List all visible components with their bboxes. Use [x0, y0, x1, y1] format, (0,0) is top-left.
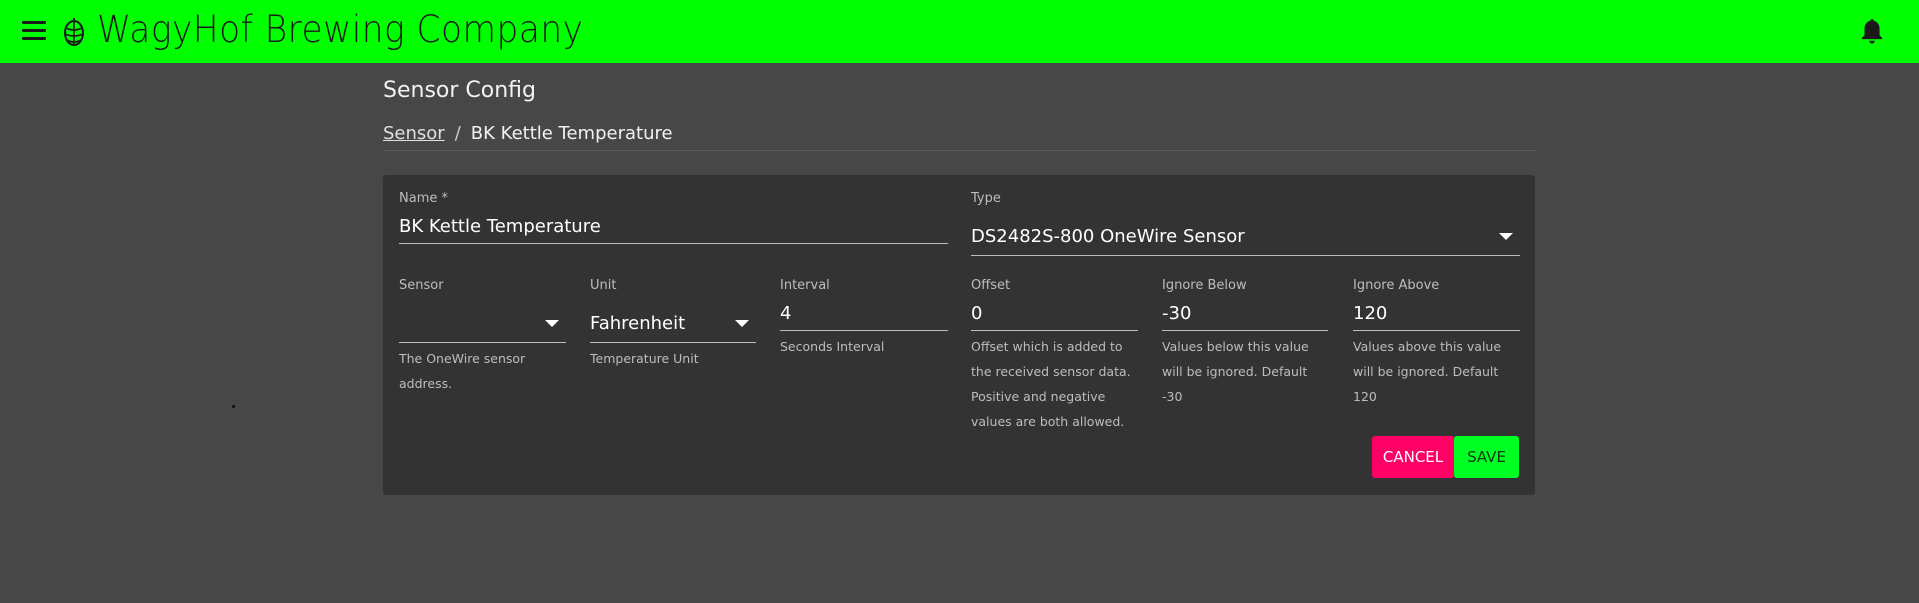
breadcrumb-current: BK Kettle Temperature	[470, 123, 673, 144]
name-input[interactable]: BK Kettle Temperature	[399, 216, 948, 237]
save-button[interactable]: SAVE	[1454, 436, 1519, 478]
breadcrumb-separator: /	[454, 123, 461, 144]
breadcrumb-link-sensor[interactable]: Sensor	[383, 123, 445, 144]
type-label: Type	[971, 191, 1001, 206]
ignore-above-input[interactable]: 120	[1353, 303, 1520, 324]
menu-icon[interactable]	[22, 21, 46, 41]
ignore-above-underline	[1353, 330, 1520, 331]
type-select[interactable]: Type DS2482S-800 OneWire Sensor	[971, 191, 1520, 256]
ignore-below-underline	[1162, 330, 1328, 331]
unit-underline	[590, 342, 756, 343]
sensor-underline	[399, 342, 566, 343]
ignore-above-label: Ignore Above	[1353, 278, 1440, 293]
chevron-down-icon[interactable]	[735, 319, 749, 327]
name-underline	[399, 243, 948, 244]
interval-field[interactable]: Interval 4 Seconds Interval	[780, 278, 948, 359]
breadcrumb-divider	[383, 150, 1535, 151]
name-field[interactable]: Name * BK Kettle Temperature	[399, 191, 948, 244]
cursor-dot	[232, 405, 235, 408]
ignore-below-input[interactable]: -30	[1162, 303, 1328, 324]
breadcrumb: Sensor / BK Kettle Temperature	[383, 123, 673, 144]
type-value[interactable]: DS2482S-800 OneWire Sensor	[971, 226, 1245, 247]
ignore-below-hint: Values below this value will be ignored.…	[1162, 339, 1309, 404]
type-underline	[971, 255, 1520, 256]
hop-icon	[64, 18, 84, 46]
offset-label: Offset	[971, 278, 1011, 293]
app-title[interactable]: WagyHof Brewing Company	[97, 8, 583, 51]
offset-underline	[971, 330, 1138, 331]
top-app-bar: WagyHof Brewing Company	[0, 0, 1919, 63]
ignore-below-field[interactable]: Ignore Below -30 Values below this value…	[1162, 278, 1328, 409]
page-title: Sensor Config	[383, 78, 536, 103]
interval-hint: Seconds Interval	[780, 339, 885, 354]
sensor-label: Sensor	[399, 278, 444, 293]
chevron-down-icon[interactable]	[1499, 232, 1513, 240]
sensor-select[interactable]: Sensor The OneWire sensor address.	[399, 278, 566, 396]
unit-select[interactable]: Unit Fahrenheit Temperature Unit	[590, 278, 756, 371]
unit-value[interactable]: Fahrenheit	[590, 313, 685, 334]
offset-field[interactable]: Offset 0 Offset which is added to the re…	[971, 278, 1138, 434]
sensor-hint: The OneWire sensor address.	[399, 351, 526, 391]
interval-input[interactable]: 4	[780, 303, 948, 324]
interval-label: Interval	[780, 278, 830, 293]
ignore-above-field[interactable]: Ignore Above 120 Values above this value…	[1353, 278, 1520, 409]
offset-input[interactable]: 0	[971, 303, 1138, 324]
ignore-below-label: Ignore Below	[1162, 278, 1247, 293]
interval-underline	[780, 330, 948, 331]
name-label: Name *	[399, 191, 448, 206]
chevron-down-icon[interactable]	[545, 319, 559, 327]
bell-icon[interactable]	[1859, 17, 1885, 45]
offset-hint: Offset which is added to the received se…	[971, 339, 1131, 429]
ignore-above-hint: Values above this value will be ignored.…	[1353, 339, 1502, 404]
unit-hint: Temperature Unit	[590, 351, 699, 366]
cancel-button[interactable]: CANCEL	[1372, 436, 1454, 478]
unit-label: Unit	[590, 278, 617, 293]
